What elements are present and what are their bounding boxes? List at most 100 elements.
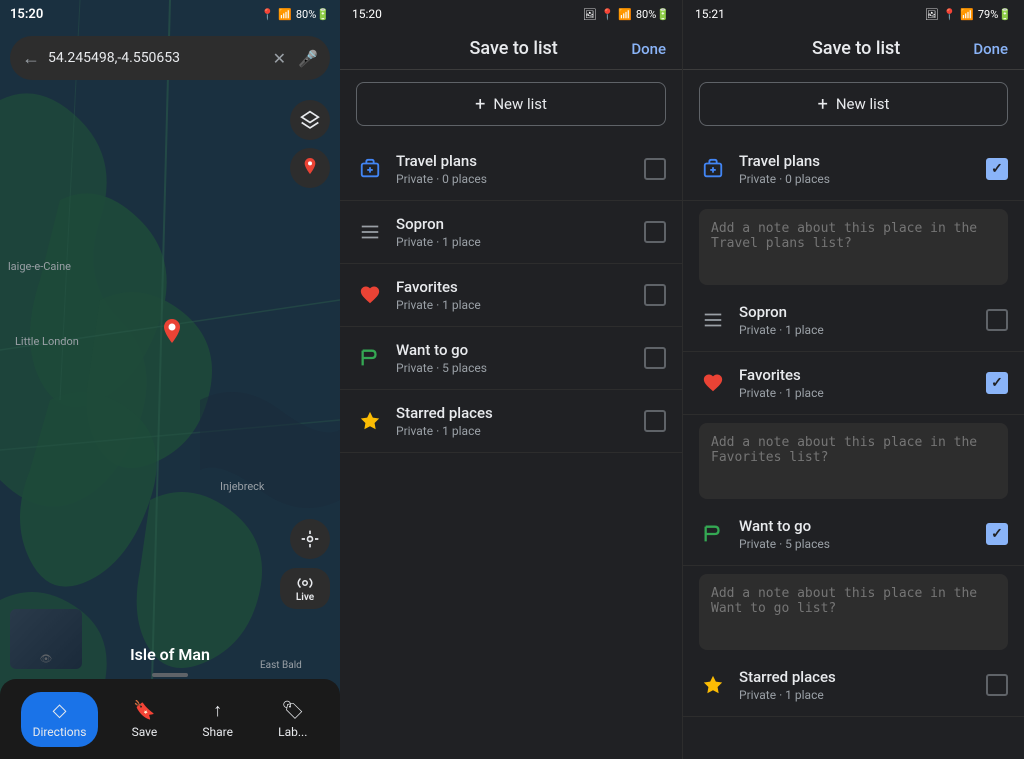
right-list-items: Travel plans Private · 0 places ✓ Sopron (683, 138, 1024, 759)
middle-panel-title: Save to list (396, 38, 631, 59)
list-item[interactable]: Favorites Private · 1 place ✓ (683, 352, 1024, 415)
battery-icon: 80%🔋 (296, 8, 330, 21)
live-button[interactable]: Live (280, 568, 330, 609)
map-drag-handle[interactable] (152, 673, 188, 677)
middle-battery-icon: 80%🔋 (636, 8, 670, 21)
label-icon: 🏷 (281, 700, 304, 721)
list-item[interactable]: Want to go Private · 5 places ✓ (683, 503, 1024, 566)
list-item[interactable]: Want to go Private · 5 places (340, 327, 682, 390)
map-status-icons: 📍 📶 80%🔋 (260, 8, 330, 21)
right-want-to-go-info: Want to go Private · 5 places (739, 517, 974, 551)
sopron-checkbox[interactable] (644, 221, 666, 243)
favorites-info: Favorites Private · 1 place (396, 278, 632, 312)
travel-plans-checkbox[interactable] (644, 158, 666, 180)
map-controls (290, 100, 330, 188)
sopron-info: Sopron Private · 1 place (396, 215, 632, 249)
map-search-bar[interactable]: ← 54.245498,-4.550653 ✕ 🎤 (10, 36, 330, 80)
right-travel-plans-checkbox[interactable]: ✓ (986, 158, 1008, 180)
right-want-to-go-icon (699, 520, 727, 548)
location-status-icon: 📍 (260, 8, 274, 21)
right-favorites-icon (699, 369, 727, 397)
right-sopron-checkbox[interactable] (986, 309, 1008, 331)
search-coordinates: 54.245498,-4.550653 (48, 50, 265, 66)
right-want-to-go-checkbox[interactable]: ✓ (986, 523, 1008, 545)
location-button[interactable] (290, 519, 330, 559)
want-to-go-icon (356, 344, 384, 372)
right-new-list-plus-icon: + (818, 94, 828, 115)
list-item[interactable]: Travel plans Private · 0 places (340, 138, 682, 201)
right-location-icon: 📍 (942, 8, 956, 21)
middle-new-list-button[interactable]: + New list (356, 82, 666, 126)
right-panel-header: Save to list Done (683, 28, 1024, 70)
right-status-icons: 🖼 📍 📶 79%🔋 (925, 8, 1013, 21)
right-travel-plans-info: Travel plans Private · 0 places (739, 152, 974, 186)
right-time: 15:21 (695, 7, 725, 21)
share-icon: ↑ (213, 700, 222, 721)
directions-icon: ◇ (53, 700, 67, 721)
middle-photo-icon: 🖼 (583, 8, 597, 21)
right-save-panel: 15:21 🖼 📍 📶 79%🔋 Save to list Done + New… (682, 0, 1024, 759)
want-to-go-note[interactable] (699, 574, 1008, 650)
sopron-icon (356, 218, 384, 246)
favorites-note[interactable] (699, 423, 1008, 499)
map-panel: 15:20 📍 📶 80%🔋 ← 54.245498,-4.550653 ✕ 🎤 (0, 0, 340, 759)
right-photo-icon: 🖼 (925, 8, 939, 21)
want-to-go-note-textarea[interactable] (711, 586, 996, 634)
right-wifi-icon: 📶 (960, 8, 974, 21)
map-marker (160, 319, 184, 353)
right-new-list-button[interactable]: + New list (699, 82, 1008, 126)
right-favorites-info: Favorites Private · 1 place (739, 366, 974, 400)
middle-done-button[interactable]: Done (631, 40, 666, 58)
want-to-go-checkbox[interactable] (644, 347, 666, 369)
right-starred-places-checkbox[interactable] (986, 674, 1008, 696)
travel-plans-note[interactable] (699, 209, 1008, 285)
favorites-icon (356, 281, 384, 309)
middle-list-items: Travel plans Private · 0 places Sopron P… (340, 138, 682, 759)
label-button[interactable]: 🏷 Lab... (266, 692, 319, 747)
favorites-note-textarea[interactable] (711, 435, 996, 483)
list-item[interactable]: Starred places Private · 1 place (340, 390, 682, 453)
list-item[interactable]: Sopron Private · 1 place (683, 289, 1024, 352)
map-place-name: Isle of Man (0, 645, 340, 664)
pin-button[interactable] (290, 148, 330, 188)
want-to-go-info: Want to go Private · 5 places (396, 341, 632, 375)
map-bottom-bar: ◇ Directions 🔖 Save ↑ Share 🏷 Lab... (0, 679, 340, 759)
favorites-checkbox[interactable] (644, 284, 666, 306)
starred-places-info: Starred places Private · 1 place (396, 404, 632, 438)
list-item[interactable]: Travel plans Private · 0 places ✓ (683, 138, 1024, 201)
right-battery-icon: 79%🔋 (978, 8, 1012, 21)
middle-save-panel: 15:20 🖼 📍 📶 80%🔋 Save to list Done + New… (340, 0, 682, 759)
middle-location-icon: 📍 (600, 8, 614, 21)
right-favorites-checkbox[interactable]: ✓ (986, 372, 1008, 394)
travel-plans-icon (356, 155, 384, 183)
right-panel-title: Save to list (739, 38, 973, 59)
save-button[interactable]: 🔖 Save (120, 692, 170, 747)
right-sopron-info: Sopron Private · 1 place (739, 303, 974, 337)
travel-plans-note-textarea[interactable] (711, 221, 996, 269)
directions-button[interactable]: ◇ Directions (21, 692, 99, 747)
middle-wifi-icon: 📶 (618, 8, 632, 21)
travel-plans-info: Travel plans Private · 0 places (396, 152, 632, 186)
layers-button[interactable] (290, 100, 330, 140)
list-item[interactable]: Starred places Private · 1 place (683, 654, 1024, 717)
middle-panel-header: Save to list Done (340, 28, 682, 70)
search-mic-button[interactable]: 🎤 (298, 49, 318, 68)
list-item[interactable]: Favorites Private · 1 place (340, 264, 682, 327)
middle-time: 15:20 (352, 7, 382, 21)
middle-status-icons: 🖼 📍 📶 80%🔋 (583, 8, 671, 21)
search-back-button[interactable]: ← (22, 48, 40, 69)
wifi-icon: 📶 (278, 8, 292, 21)
bookmark-icon: 🔖 (133, 700, 155, 721)
map-status-bar: 15:20 📍 📶 80%🔋 (0, 0, 340, 28)
list-item[interactable]: Sopron Private · 1 place (340, 201, 682, 264)
starred-places-checkbox[interactable] (644, 410, 666, 432)
right-starred-places-icon (699, 671, 727, 699)
map-label-laige: laige-e-Caine (8, 260, 71, 273)
right-done-button[interactable]: Done (973, 40, 1008, 58)
search-clear-button[interactable]: ✕ (273, 49, 286, 68)
map-time: 15:20 (10, 7, 43, 22)
right-sopron-icon (699, 306, 727, 334)
middle-status-bar: 15:20 🖼 📍 📶 80%🔋 (340, 0, 682, 28)
right-starred-places-info: Starred places Private · 1 place (739, 668, 974, 702)
share-button[interactable]: ↑ Share (190, 692, 245, 747)
